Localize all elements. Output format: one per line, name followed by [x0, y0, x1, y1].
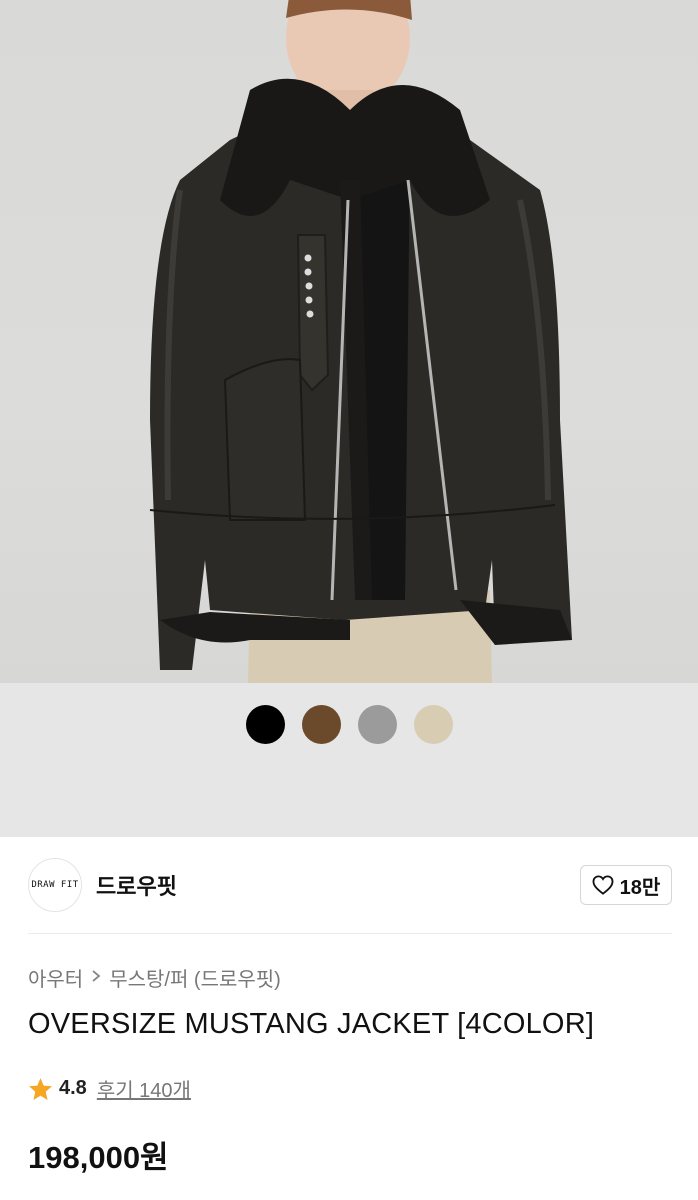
color-swatch-brown[interactable]: [301, 705, 341, 744]
breadcrumb-subcategory[interactable]: 무스탕/퍼 (드로우핏): [109, 963, 281, 992]
color-swatch-black[interactable]: [245, 705, 285, 744]
breadcrumb-category[interactable]: 아우터: [28, 963, 83, 992]
brand-logo[interactable]: DRAW FIT: [28, 858, 82, 912]
rating: 4.8 후기 140개: [28, 1074, 191, 1103]
rating-score: 4.8: [59, 1077, 87, 1099]
breadcrumb: 아우터 무스탕/퍼 (드로우핏): [28, 963, 281, 992]
color-swatch-gray[interactable]: [357, 705, 397, 744]
color-swatch-beige[interactable]: [413, 705, 453, 744]
brand-name[interactable]: 드로우핏: [96, 869, 177, 901]
color-swatches: [0, 705, 698, 744]
star-icon: [29, 1077, 52, 1100]
color-swatch-bar: [0, 683, 698, 837]
product-image[interactable]: [0, 0, 698, 683]
reviews-link[interactable]: 후기 140개: [97, 1074, 191, 1103]
like-button[interactable]: 18만: [580, 865, 672, 905]
divider: [28, 933, 672, 934]
chevron-right-icon: [91, 967, 101, 988]
product-title: OVERSIZE MUSTANG JACKET [4COLOR]: [28, 1008, 595, 1040]
like-count: 18만: [619, 876, 661, 899]
brand-row: DRAW FIT 드로우핏 18만: [28, 858, 672, 912]
product-photo: [149, 0, 572, 683]
product-price: 198,000원: [28, 1140, 169, 1175]
heart-icon: [592, 875, 614, 895]
